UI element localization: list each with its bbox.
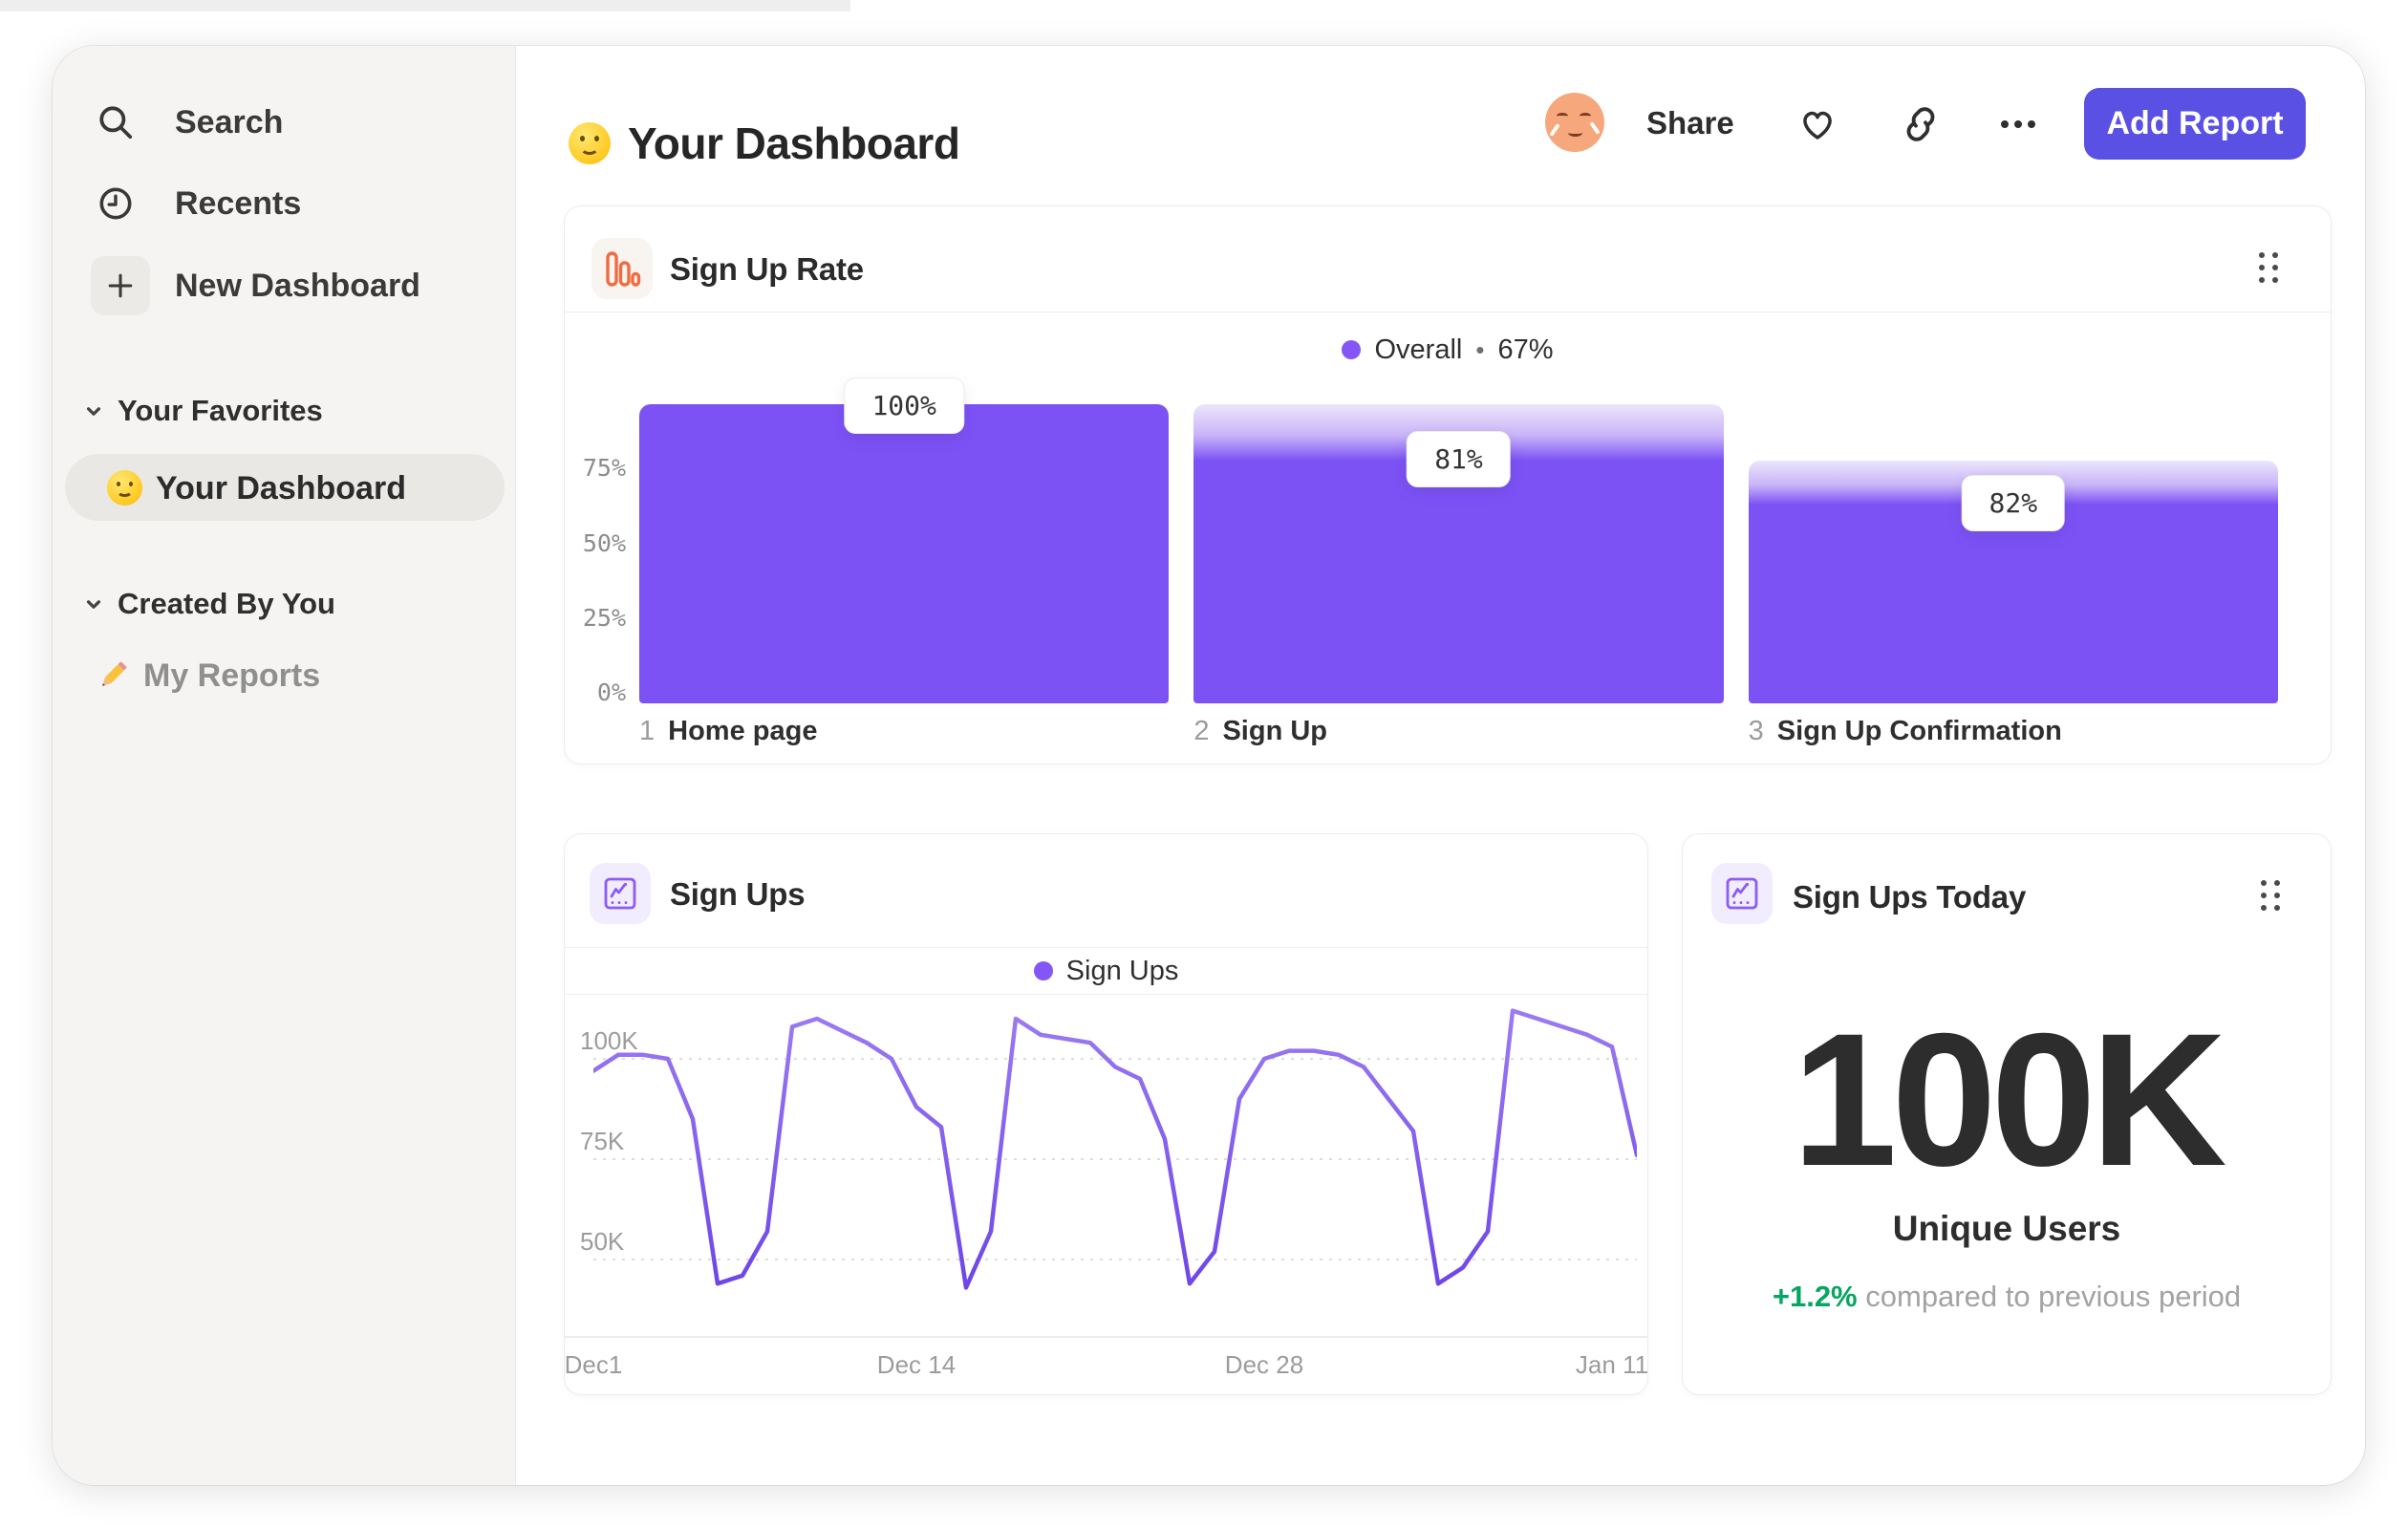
funnel-step-label: 2 Sign Up <box>1193 716 1328 746</box>
card-title: Sign Up Rate <box>670 251 864 287</box>
funnel-bar[interactable]: 100% <box>639 377 1170 703</box>
sidebar-item-your-dashboard[interactable]: Your Dashboard <box>65 454 505 521</box>
pencil-icon <box>93 657 131 700</box>
sidebar-item-recents[interactable]: Recents <box>53 170 515 237</box>
line-legend: Sign Ups <box>565 953 1647 989</box>
funnel-y-tick: 25% <box>582 603 626 632</box>
funnel-bar[interactable]: 82% <box>1748 461 2278 703</box>
add-report-button[interactable]: Add Report <box>2084 88 2306 160</box>
sidebar-item-label: Recents <box>175 184 302 222</box>
sidebar-item-label: My Reports <box>143 657 321 694</box>
line-chart <box>593 1008 1637 1290</box>
sidebar-section-your-favorites[interactable]: Your Favorites <box>53 388 515 434</box>
x-axis-tick: Jan 11 <box>1575 1350 1649 1379</box>
x-axis-line <box>565 1336 1647 1338</box>
legend-value: 67% <box>1497 334 1554 365</box>
x-axis-tick: Dec1 <box>564 1350 623 1379</box>
y-axis-tick: 75K <box>580 1127 625 1155</box>
link-icon[interactable] <box>1900 103 1942 145</box>
metric-value: 100K <box>1792 994 2226 1205</box>
y-axis-tick: 100K <box>580 1026 638 1055</box>
divider <box>565 947 1647 948</box>
delta-value: +1.2% <box>1772 1280 1858 1313</box>
card-title: Sign Ups <box>670 876 806 912</box>
funnel-step-label: 1 Home page <box>639 716 818 746</box>
signup-rate-card: Sign Up Rate Overall • 67% 100% 81% 82% 1H… <box>564 205 2332 764</box>
legend-dot <box>1033 961 1053 980</box>
line-series <box>593 1008 1637 1290</box>
background-window-artifact <box>0 0 850 11</box>
bar-chart-icon <box>591 238 653 299</box>
sign-ups-card: Sign Ups Sign Ups 100K 75K 50K Dec1 Dec 14 De… <box>564 833 1648 1395</box>
heart-icon[interactable] <box>1796 103 1838 145</box>
funnel-step-label: 3 Sign Up Confirmation <box>1748 716 2062 746</box>
sidebar-item-search[interactable]: Search <box>53 89 515 156</box>
delta-note: compared to previous period <box>1865 1280 2242 1313</box>
sidebar-item-my-reports[interactable]: My Reports <box>53 644 515 705</box>
sidebar-item-label: Your Dashboard <box>156 470 406 506</box>
share-button[interactable]: Share <box>1646 105 1734 141</box>
conversion-tooltip: 100% <box>844 377 964 434</box>
x-axis-tick: Dec 28 <box>1224 1350 1304 1379</box>
chevron-down-icon <box>81 398 106 423</box>
y-axis-tick: 50K <box>580 1227 625 1256</box>
ellipsis-icon[interactable] <box>1997 103 2039 145</box>
funnel-y-tick: 50% <box>582 528 626 557</box>
sidebar-section-created-by-you[interactable]: Created By You <box>53 581 515 627</box>
sidebar-item-label: Search <box>175 103 284 140</box>
sidebar-item-label: New Dashboard <box>175 267 420 304</box>
metric-delta: +1.2% compared to previous period <box>1683 1280 2331 1314</box>
funnel-legend: Overall • 67% <box>565 329 2331 371</box>
funnel-bar[interactable]: 81% <box>1193 404 1724 703</box>
funnel-y-tick: 0% <box>596 678 626 706</box>
drag-handle-icon[interactable] <box>2258 878 2283 917</box>
page-title: Your Dashboard <box>569 117 960 170</box>
funnel-y-tick: 75% <box>582 454 626 483</box>
gridlines <box>593 1058 1637 1260</box>
plus-icon <box>91 256 150 315</box>
sidebar-section-title: Your Favorites <box>118 394 323 427</box>
smiley-emoji <box>569 122 611 164</box>
funnel-plot: 100% 81% 82% <box>639 377 2278 703</box>
clock-icon <box>95 183 137 225</box>
funnel-bar-converted <box>1193 461 1724 703</box>
search-icon <box>95 101 137 143</box>
card-title: Sign Ups Today <box>1793 879 2027 915</box>
avatar[interactable] <box>1545 93 1604 152</box>
legend-dot <box>1342 340 1362 359</box>
funnel-bar-converted <box>639 404 1170 703</box>
sidebar-section-title: Created By You <box>118 587 335 620</box>
funnel-bar-converted <box>1748 505 2278 703</box>
app-window: Search Recents New Dashboard Your Favori… <box>53 46 2365 1485</box>
chevron-down-icon <box>81 592 106 616</box>
x-axis-tick: Dec 14 <box>876 1350 957 1379</box>
line-chart-icon <box>590 863 651 924</box>
conversion-tooltip: 81% <box>1407 431 1511 488</box>
conversion-tooltip: 82% <box>1961 475 2066 532</box>
sidebar: Search Recents New Dashboard Your Favori… <box>53 46 516 1485</box>
metric-label: Unique Users <box>1892 1209 2121 1248</box>
line-chart-icon <box>1711 863 1773 924</box>
sign-ups-today-card: Sign Ups Today 100K Unique Users +1.2% c… <box>1682 833 2332 1395</box>
sidebar-item-new-dashboard[interactable]: New Dashboard <box>53 252 515 319</box>
divider <box>565 994 1647 995</box>
smiley-emoji <box>107 470 142 506</box>
drag-handle-icon[interactable] <box>2256 250 2281 290</box>
